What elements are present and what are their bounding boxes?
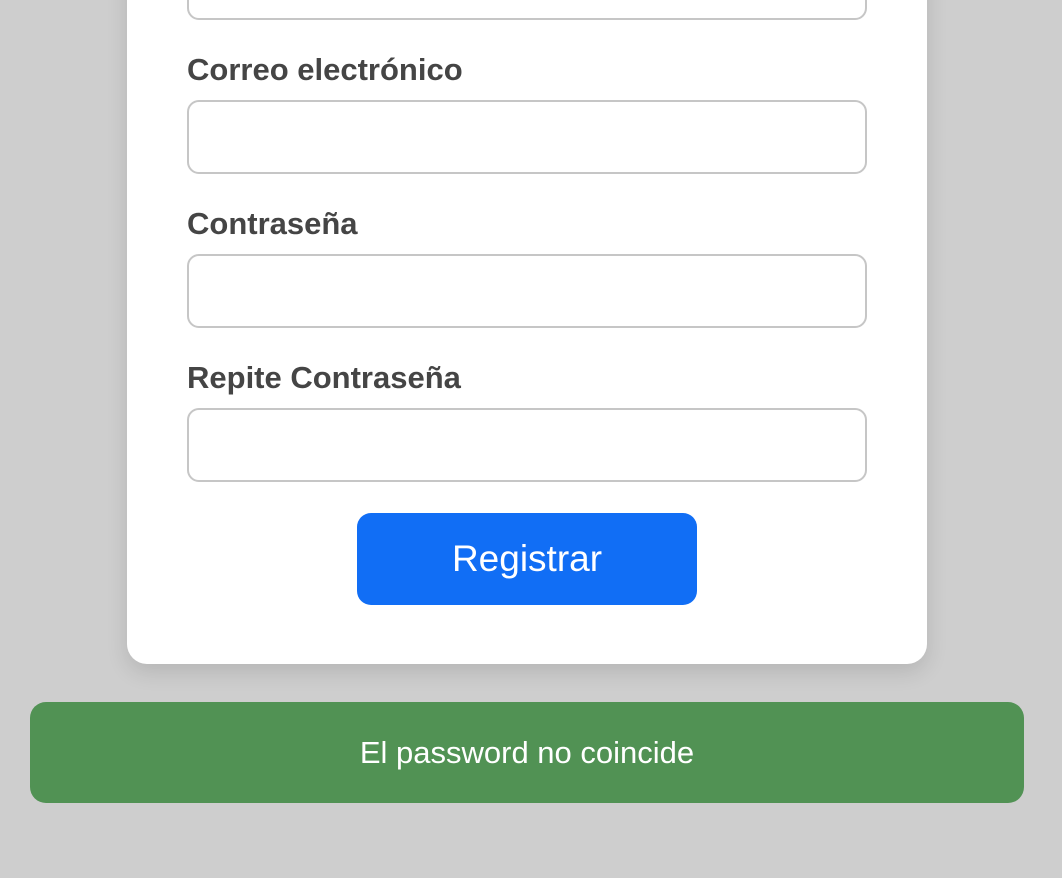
repeat-password-input[interactable] [187,408,867,482]
password-label: Contraseña [187,206,358,241]
repeat-password-label: Repite Contraseña [187,360,461,395]
password-input[interactable] [187,254,867,328]
email-label: Correo electrónico [187,52,463,87]
error-alert: El password no coincide [30,702,1024,803]
alert-message: El password no coincide [359,734,695,770]
email-input[interactable] [187,100,867,174]
register-button[interactable]: Registrar [357,513,697,605]
previous-field-input[interactable] [187,0,867,20]
